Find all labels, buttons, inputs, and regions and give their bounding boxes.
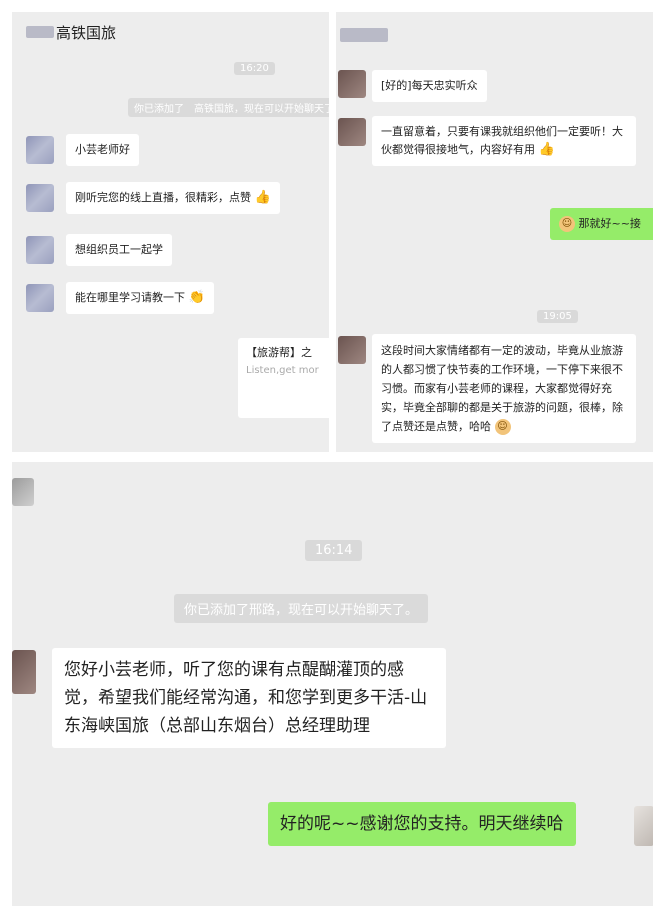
- smiley-icon: ☺: [494, 419, 511, 435]
- message-bubble-outgoing: 好的呢~~感谢您的支持。明天继续哈: [268, 802, 576, 846]
- chat-title: 高铁国旅: [56, 24, 117, 42]
- avatar[interactable]: [26, 284, 54, 312]
- avatar[interactable]: [26, 236, 54, 264]
- avatar[interactable]: [12, 478, 34, 506]
- avatar[interactable]: [634, 806, 653, 846]
- message-bubble: 小芸老师好: [66, 134, 139, 166]
- message-bubble: 这段时间大家情绪都有一定的波动，毕竟从业旅游的人都习惯了快节奏的工作环境，一下停…: [372, 334, 636, 443]
- message-bubble-outgoing: ☺ 那就好~~接: [550, 208, 653, 240]
- link-card-title: 【旅游帮】之: [246, 346, 312, 359]
- chat-panel-3: 16:14 你已添加了邢路，现在可以开始聊天了。 您好小芸老师，听了您的课有点醍…: [12, 462, 653, 906]
- message-bubble: [好的]每天忠实听众: [372, 70, 487, 102]
- chat-header: 高铁国旅: [12, 12, 329, 52]
- system-notice: 你已添加了 高铁国旅，现在可以开始聊天了。: [128, 98, 329, 117]
- avatar[interactable]: [338, 336, 366, 364]
- message-bubble: 能在哪里学习请教一下 👏: [66, 282, 214, 314]
- link-card[interactable]: 【旅游帮】之 Listen,get mor: [238, 338, 329, 418]
- avatar[interactable]: [338, 118, 366, 146]
- chat-panel-1: 高铁国旅 16:20 你已添加了 高铁国旅，现在可以开始聊天了。 小芸老师好 刚…: [12, 12, 329, 452]
- blurred-name: [26, 26, 54, 38]
- smiley-icon: ☺: [559, 216, 575, 232]
- message-bubble: 一直留意着，只要有课我就组织他们一定要听！大伙都觉得很接地气，内容好有用 👍: [372, 116, 636, 166]
- avatar[interactable]: [338, 70, 366, 98]
- message-bubble: 您好小芸老师，听了您的课有点醍醐灌顶的感觉，希望我们能经常沟通，和您学到更多干活…: [52, 648, 446, 748]
- avatar[interactable]: [26, 136, 54, 164]
- thumbs-up-icon: 👍: [254, 190, 271, 205]
- avatar[interactable]: [26, 184, 54, 212]
- avatar[interactable]: [12, 650, 36, 694]
- thumbs-up-icon: 👍: [538, 142, 555, 157]
- timestamp: 16:14: [305, 540, 363, 561]
- message-bubble: 刚听完您的线上直播，很精彩，点赞 👍: [66, 182, 280, 214]
- link-card-subtitle: Listen,get mor: [246, 365, 319, 376]
- blurred-name: [340, 28, 388, 42]
- timestamp: 16:20: [234, 62, 275, 75]
- timestamp: 19:05: [537, 310, 578, 323]
- chat-panel-2: [好的]每天忠实听众 一直留意着，只要有课我就组织他们一定要听！大伙都觉得很接地…: [336, 12, 653, 452]
- message-bubble: 想组织员工一起学: [66, 234, 172, 266]
- clapping-hands-icon: 👏: [188, 290, 205, 305]
- system-notice: 你已添加了邢路，现在可以开始聊天了。: [174, 594, 429, 623]
